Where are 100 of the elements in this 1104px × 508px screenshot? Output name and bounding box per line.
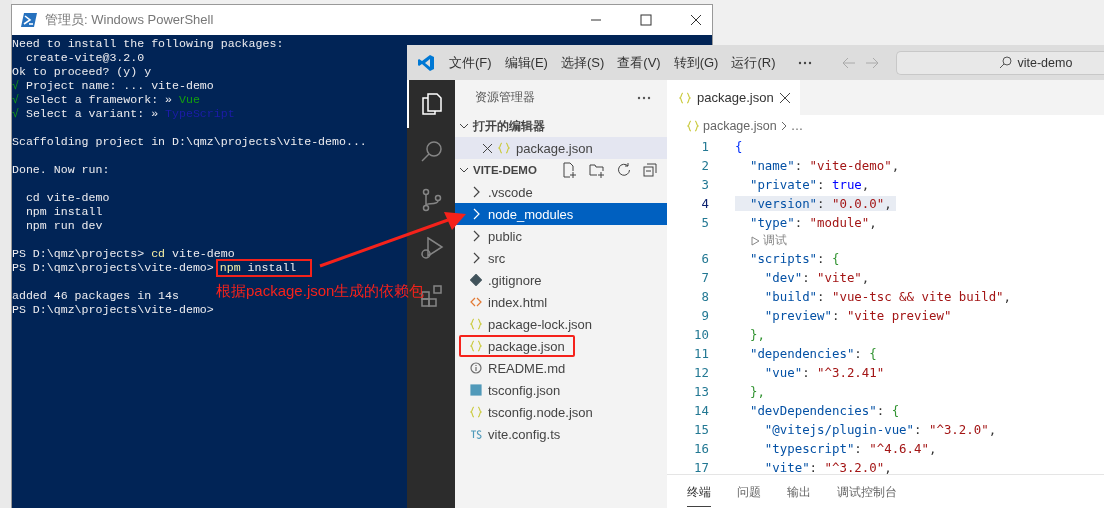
code-line: "devDependencies": { (748, 403, 901, 418)
file-tree-item[interactable]: .vscode (455, 181, 667, 203)
close-icon[interactable] (483, 143, 492, 153)
more-icon[interactable] (637, 95, 651, 100)
menu-item[interactable]: 转到(G) (673, 53, 719, 72)
new-file-icon[interactable] (561, 162, 577, 178)
braces-icon (687, 120, 699, 132)
code-line: "@vitejs/plugin-vue": "^3.2.0", (763, 422, 998, 437)
play-icon (751, 235, 760, 246)
terminal-text: Ok to proceed? (y) y (12, 65, 152, 78)
line-number: 2 (700, 158, 709, 173)
file-tree-item[interactable]: tsconfig.node.json (455, 401, 667, 423)
terminal-text: cd (151, 247, 166, 260)
file-tree-item[interactable]: vite.config.ts (455, 423, 667, 445)
menu-item[interactable]: 编辑(E) (504, 53, 548, 72)
code-line: "type": "module", (748, 215, 878, 230)
code-line: "dev": "vite", (763, 270, 871, 285)
menu-item[interactable]: 运行(R) (731, 53, 776, 72)
file-tree-item[interactable]: .gitignore (455, 269, 667, 291)
powershell-icon (21, 13, 37, 27)
chevron-icon (459, 165, 469, 175)
file-icon (470, 406, 482, 418)
line-number: 9 (700, 308, 709, 323)
file-tree-item[interactable]: README.md (455, 357, 667, 379)
more-icon[interactable] (798, 60, 813, 65)
search-icon (999, 56, 1013, 69)
file-tree-item[interactable]: public (455, 225, 667, 247)
terminal-text: npm install (24, 205, 103, 218)
file-icon (470, 274, 482, 286)
line-number: 14 (693, 403, 709, 418)
terminal-text: Project name: ... vite-demo (24, 79, 214, 92)
file-icon (470, 340, 482, 352)
panel-tab[interactable]: 终端 (687, 476, 711, 507)
breadcrumb-item[interactable]: … (790, 119, 804, 133)
sidebar-title: 资源管理器 (475, 90, 535, 105)
file-tree-item[interactable]: tsconfig.json (455, 379, 667, 401)
chevron-icon (780, 121, 787, 131)
file-tree-item[interactable]: package.json (459, 335, 575, 357)
editor-tab[interactable]: package.json (667, 80, 800, 115)
code-line: "build": "vue-tsc && vite build", (763, 289, 1013, 304)
file-tree-item[interactable]: src (455, 247, 667, 269)
code-line: "vite": "^3.2.0", (763, 460, 893, 474)
breadcrumb-item[interactable]: package.json (703, 119, 777, 133)
terminal-text: Scaffolding project in D:\qmz\projects\vite-demo... (12, 135, 367, 148)
file-tree-item[interactable]: index.html (455, 291, 667, 313)
file-icon (470, 296, 482, 308)
menu-item[interactable]: 选择(S) (560, 53, 605, 72)
annotation-label: 根据package.json生成的依赖包 (216, 282, 425, 301)
terminal-text: √ (12, 93, 19, 106)
code-line: }, (748, 384, 766, 399)
file-tree-item[interactable]: node_modules (455, 203, 667, 225)
chevron-icon (459, 121, 469, 131)
code-line: "preview": "vite preview" (763, 308, 953, 323)
maximize-icon[interactable] (640, 14, 652, 26)
terminal-text: Select a framework: » (24, 93, 174, 106)
line-number: 11 (693, 346, 709, 361)
code-line: }, (748, 327, 766, 342)
terminal-text: create-vite@3.2.0 (24, 51, 145, 64)
file-tree-item[interactable]: package-lock.json (455, 313, 667, 335)
line-number: 6 (700, 251, 709, 266)
close-icon[interactable] (690, 14, 702, 26)
code-line: "private": true, (748, 177, 871, 192)
line-number: 10 (693, 327, 709, 342)
line-number: 12 (693, 365, 709, 380)
close-icon[interactable] (779, 92, 790, 103)
new-folder-icon[interactable] (589, 162, 605, 178)
terminal-text: vite-demo (171, 247, 235, 260)
code-line: "scripts": { (748, 251, 841, 266)
panel-tab[interactable]: 问题 (737, 476, 761, 507)
section-header[interactable]: 打开的编辑器 (455, 115, 667, 137)
file-icon (470, 428, 482, 440)
codelens-link[interactable]: 调试 (751, 233, 787, 248)
code-line: "typescript": "^4.6.4", (763, 441, 938, 456)
open-editor-item[interactable]: package.json (455, 137, 667, 159)
terminal-text: Vue (179, 93, 200, 106)
collapse-icon[interactable] (643, 163, 657, 177)
line-number: 5 (700, 215, 709, 230)
panel-tab[interactable]: 调试控制台 (837, 476, 897, 507)
section-header[interactable]: VITE-DEMO (455, 159, 667, 181)
menu-item[interactable]: 文件(F) (449, 53, 492, 72)
line-number: 13 (693, 384, 709, 399)
terminal-text: Select a variant: » (24, 107, 160, 120)
line-number: 15 (693, 422, 709, 437)
code-line: "name": "vite-demo", (748, 158, 901, 173)
file-icon (470, 318, 482, 330)
line-number: 17 (693, 460, 709, 474)
line-number: 16 (693, 441, 709, 456)
terminal-text: npm (219, 261, 241, 274)
terminal-text: Need to install the following packages: (12, 37, 284, 50)
menu-item[interactable]: 查看(V) (617, 53, 661, 72)
terminal-text: npm run dev (24, 219, 103, 232)
app-logo-icon (417, 53, 435, 72)
refresh-icon[interactable] (617, 163, 631, 177)
panel-tab[interactable]: 输出 (787, 476, 811, 507)
file-icon (470, 384, 482, 396)
terminal-text: Done. Now run: (12, 163, 110, 176)
terminal-text: added 46 packages in 14s (12, 289, 179, 302)
search-field[interactable]: vite-demo (896, 50, 1104, 75)
line-number: 8 (700, 289, 709, 304)
braces-icon (498, 142, 510, 154)
